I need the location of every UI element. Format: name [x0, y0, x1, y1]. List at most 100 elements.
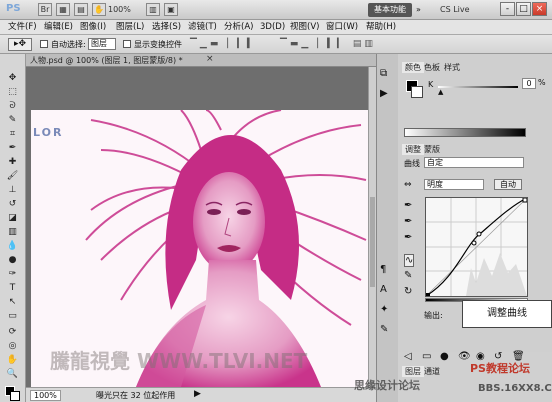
channel-dropdown[interactable]: 明度: [424, 179, 484, 190]
tool-presets-icon[interactable]: ✦: [380, 304, 388, 315]
character-panel-icon[interactable]: A: [380, 284, 387, 295]
align-icons[interactable]: ▔▁▬ ▏▎▍: [190, 39, 257, 49]
hand-tool-icon[interactable]: ✋: [92, 3, 106, 16]
tab-swatches[interactable]: 色板: [424, 62, 440, 73]
clone-stamp-icon[interactable]: ⊥: [5, 184, 20, 196]
tab-channels[interactable]: 通道: [424, 366, 440, 377]
view-extras-icon[interactable]: ▤: [74, 3, 88, 16]
tab-color[interactable]: 颜色: [402, 62, 424, 73]
tab-layers[interactable]: 图层: [402, 366, 424, 377]
quick-select-icon[interactable]: ✎: [5, 114, 20, 126]
auto-select-dropdown[interactable]: 图层: [88, 38, 116, 50]
eraser-tool-icon[interactable]: ◪: [5, 212, 20, 224]
visibility-icon[interactable]: 👁: [458, 351, 471, 362]
scroll-thumb[interactable]: [370, 197, 375, 287]
cs-live-button[interactable]: CS Live: [440, 3, 470, 17]
watermark-ps-forum: PS教程论坛: [470, 362, 530, 375]
menu-window[interactable]: 窗口(W): [326, 21, 358, 34]
eyedropper-white-icon[interactable]: ✒: [404, 232, 412, 243]
auto-select-label: 自动选择:: [51, 40, 86, 49]
menu-filter[interactable]: 滤镜(T): [188, 21, 217, 34]
smooth-curve-icon[interactable]: ↻: [404, 286, 412, 297]
watermark-missvyuan: 思缘设计论坛: [354, 379, 420, 392]
minibridge-icon[interactable]: ▦: [56, 3, 70, 16]
k-value-input[interactable]: 0: [522, 78, 536, 89]
move-tool-preset[interactable]: ▸✥: [8, 38, 32, 51]
auto-select-checkbox[interactable]: [40, 40, 48, 48]
k-slider[interactable]: [438, 86, 518, 88]
menu-3d[interactable]: 3D(D): [260, 21, 285, 34]
distribute-icons[interactable]: ▔▬▁ ▏▍▎ ▤▥: [280, 39, 376, 49]
menu-image[interactable]: 图像(I): [80, 21, 106, 34]
blur-tool-icon[interactable]: 💧: [5, 240, 20, 252]
background-color-swatch[interactable]: [10, 391, 20, 401]
history-panel-icon[interactable]: ⧉: [380, 68, 387, 79]
tab-masks[interactable]: 蒙版: [424, 144, 440, 155]
path-select-icon[interactable]: ↖: [5, 296, 20, 308]
screen-mode-icon[interactable]: ▣: [164, 3, 178, 16]
marquee-tool-icon[interactable]: ⬚: [5, 86, 20, 98]
callout-label: 调整曲线: [462, 300, 552, 328]
vertical-scrollbar[interactable]: [368, 67, 376, 387]
tab-styles[interactable]: 样式: [444, 62, 460, 73]
zoom-level-field[interactable]: 100%: [30, 390, 61, 401]
show-transform-checkbox[interactable]: [123, 40, 131, 48]
arrange-icon[interactable]: ▥: [146, 3, 160, 16]
tab-adjustments[interactable]: 调整: [402, 144, 424, 155]
shape-tool-icon[interactable]: ▭: [5, 310, 20, 322]
curve-edit-icon[interactable]: ∿: [404, 254, 415, 267]
preset-dropdown[interactable]: 自定: [424, 157, 524, 168]
brush-presets-icon[interactable]: ✎: [380, 324, 388, 335]
pencil-curve-icon[interactable]: ✎: [404, 270, 412, 281]
actions-panel-icon[interactable]: ▶: [380, 88, 388, 99]
dodge-tool-icon[interactable]: ●: [5, 254, 20, 266]
bg-color-swatch[interactable]: [411, 86, 423, 98]
minimize-button[interactable]: -: [500, 2, 515, 16]
pen-tool-icon[interactable]: ✑: [5, 268, 20, 280]
move-tool-icon[interactable]: ✥: [5, 72, 20, 84]
menu-layer[interactable]: 图层(L): [116, 21, 144, 34]
workspace-button[interactable]: 基本功能: [368, 3, 412, 17]
3d-orbit-icon[interactable]: ◎: [5, 340, 20, 352]
document-tab[interactable]: 人物.psd @ 100% (图层 1, 图层蒙版/8) * ×: [26, 54, 376, 67]
lasso-tool-icon[interactable]: ᘐ: [5, 100, 20, 112]
history-brush-icon[interactable]: ↺: [5, 198, 20, 210]
paragraph-panel-icon[interactable]: ¶: [380, 264, 386, 275]
maximize-button[interactable]: □: [516, 2, 531, 16]
eyedropper-gray-icon[interactable]: ✒: [404, 216, 412, 227]
menu-analysis[interactable]: 分析(A): [224, 21, 253, 34]
healing-brush-icon[interactable]: ✚: [5, 156, 20, 168]
3d-rotate-icon[interactable]: ⟳: [5, 326, 20, 338]
title-bar: PS Br ▦ ▤ ✋ 100% ▥ ▣ 基本功能 » CS Live - □ …: [0, 0, 552, 20]
auto-button[interactable]: 自动: [494, 179, 522, 190]
curves-label: 曲线: [404, 159, 420, 168]
expand-icon[interactable]: ▭: [422, 351, 431, 362]
bridge-icon[interactable]: Br: [38, 3, 52, 16]
gradient-tool-icon[interactable]: ▥: [5, 226, 20, 238]
menu-help[interactable]: 帮助(H): [366, 21, 396, 34]
eyedropper-icon[interactable]: ✒: [5, 142, 20, 154]
menu-select[interactable]: 选择(S): [152, 21, 181, 34]
zoom-tool-icon[interactable]: 🔍: [5, 368, 20, 380]
zoom-select[interactable]: 100%: [108, 3, 142, 17]
chevron-icon[interactable]: »: [416, 5, 421, 14]
clip-icon[interactable]: ●: [440, 351, 449, 362]
crop-tool-icon[interactable]: ⌗: [5, 128, 20, 140]
watermark-tlvi: 騰龍視覺 WWW.TLVI.NET: [50, 349, 308, 373]
curves-graph[interactable]: [425, 197, 528, 297]
menu-view[interactable]: 视图(V): [290, 21, 319, 34]
close-tab-icon[interactable]: ×: [206, 54, 214, 64]
target-adjust-icon[interactable]: ⇔: [404, 180, 412, 190]
options-bar: ▸✥ 自动选择: 图层 显示变换控件 ▔▁▬ ▏▎▍ ▔▬▁ ▏▍▎ ▤▥: [0, 35, 552, 54]
color-ramp[interactable]: [404, 128, 526, 137]
return-arrow-icon[interactable]: ◁: [404, 351, 412, 362]
status-arrow-icon[interactable]: ▶: [194, 389, 201, 399]
type-tool-icon[interactable]: T: [5, 282, 20, 294]
hand-tool-icon[interactable]: ✋: [5, 354, 20, 366]
brush-tool-icon[interactable]: 🖌: [5, 170, 20, 182]
k-slider-handle[interactable]: ▲: [438, 88, 443, 96]
close-button[interactable]: ×: [532, 2, 547, 16]
menu-file[interactable]: 文件(F): [8, 21, 37, 34]
menu-edit[interactable]: 编辑(E): [44, 21, 73, 34]
eyedropper-black-icon[interactable]: ✒: [404, 200, 412, 211]
